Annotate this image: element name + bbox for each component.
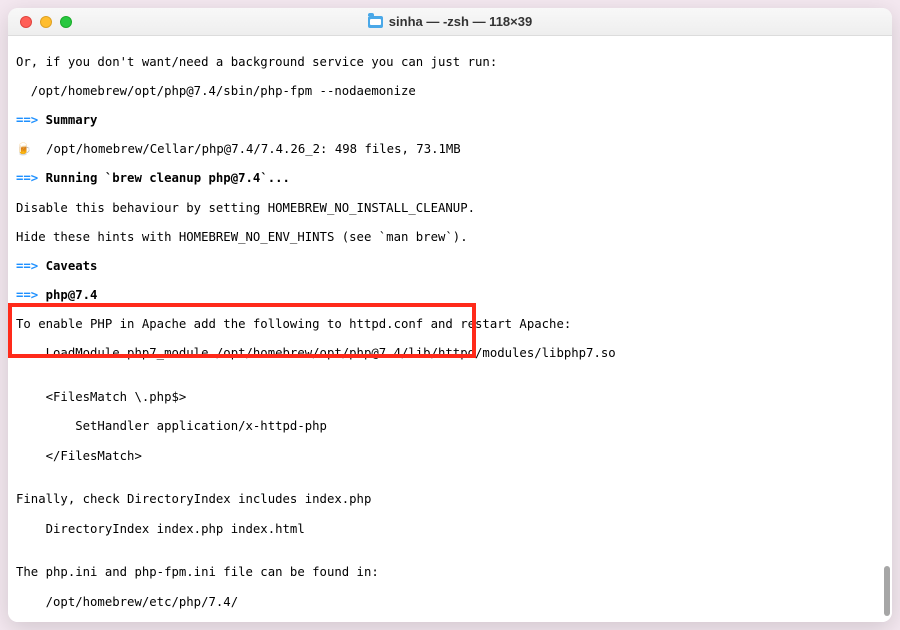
arrow-icon: ==> (16, 171, 38, 185)
beer-icon: 🍺 (16, 142, 31, 157)
terminal-line: DirectoryIndex index.php index.html (16, 522, 884, 537)
minimize-button[interactable] (40, 16, 52, 28)
terminal-line: /opt/homebrew/etc/php/7.4/ (16, 595, 884, 610)
terminal-body[interactable]: Or, if you don't want/need a background … (8, 36, 892, 622)
terminal-window: sinha — -zsh — 118×39 Or, if you don't w… (8, 8, 892, 622)
window-title: sinha — -zsh — 118×39 (8, 14, 892, 29)
terminal-line: Hide these hints with HOMEBREW_NO_ENV_HI… (16, 230, 884, 245)
section-heading: Caveats (46, 259, 98, 273)
scrollbar-track[interactable] (884, 36, 890, 622)
terminal-line: The php.ini and php-fpm.ini file can be … (16, 565, 884, 580)
arrow-icon: ==> (16, 259, 38, 273)
terminal-line: LoadModule php7_module /opt/homebrew/opt… (16, 346, 884, 361)
traffic-lights (8, 16, 72, 28)
terminal-line: ==> Summary (16, 113, 884, 128)
terminal-line: ==> Running `brew cleanup php@7.4`... (16, 171, 884, 186)
terminal-line: SetHandler application/x-httpd-php (16, 419, 884, 434)
section-heading: Running `brew cleanup php@7.4`... (46, 171, 290, 185)
section-heading: php@7.4 (46, 288, 98, 302)
close-button[interactable] (20, 16, 32, 28)
terminal-line: ==> php@7.4 (16, 288, 884, 303)
terminal-line: </FilesMatch> (16, 449, 884, 464)
terminal-line: Finally, check DirectoryIndex includes i… (16, 492, 884, 507)
scrollbar-thumb[interactable] (884, 566, 890, 616)
arrow-icon: ==> (16, 113, 38, 127)
summary-text: /opt/homebrew/Cellar/php@7.4/7.4.26_2: 4… (31, 142, 460, 156)
section-heading: Summary (46, 113, 98, 127)
titlebar[interactable]: sinha — -zsh — 118×39 (8, 8, 892, 36)
maximize-button[interactable] (60, 16, 72, 28)
terminal-line: <FilesMatch \.php$> (16, 390, 884, 405)
terminal-line: 🍺 /opt/homebrew/Cellar/php@7.4/7.4.26_2:… (16, 142, 884, 157)
terminal-line: To enable PHP in Apache add the followin… (16, 317, 884, 332)
folder-icon (368, 16, 383, 28)
arrow-icon: ==> (16, 288, 38, 302)
title-text: sinha — -zsh — 118×39 (389, 14, 532, 29)
terminal-line: ==> Caveats (16, 259, 884, 274)
terminal-line: Disable this behaviour by setting HOMEBR… (16, 201, 884, 216)
terminal-line: /opt/homebrew/opt/php@7.4/sbin/php-fpm -… (16, 84, 884, 99)
terminal-line: Or, if you don't want/need a background … (16, 55, 884, 70)
